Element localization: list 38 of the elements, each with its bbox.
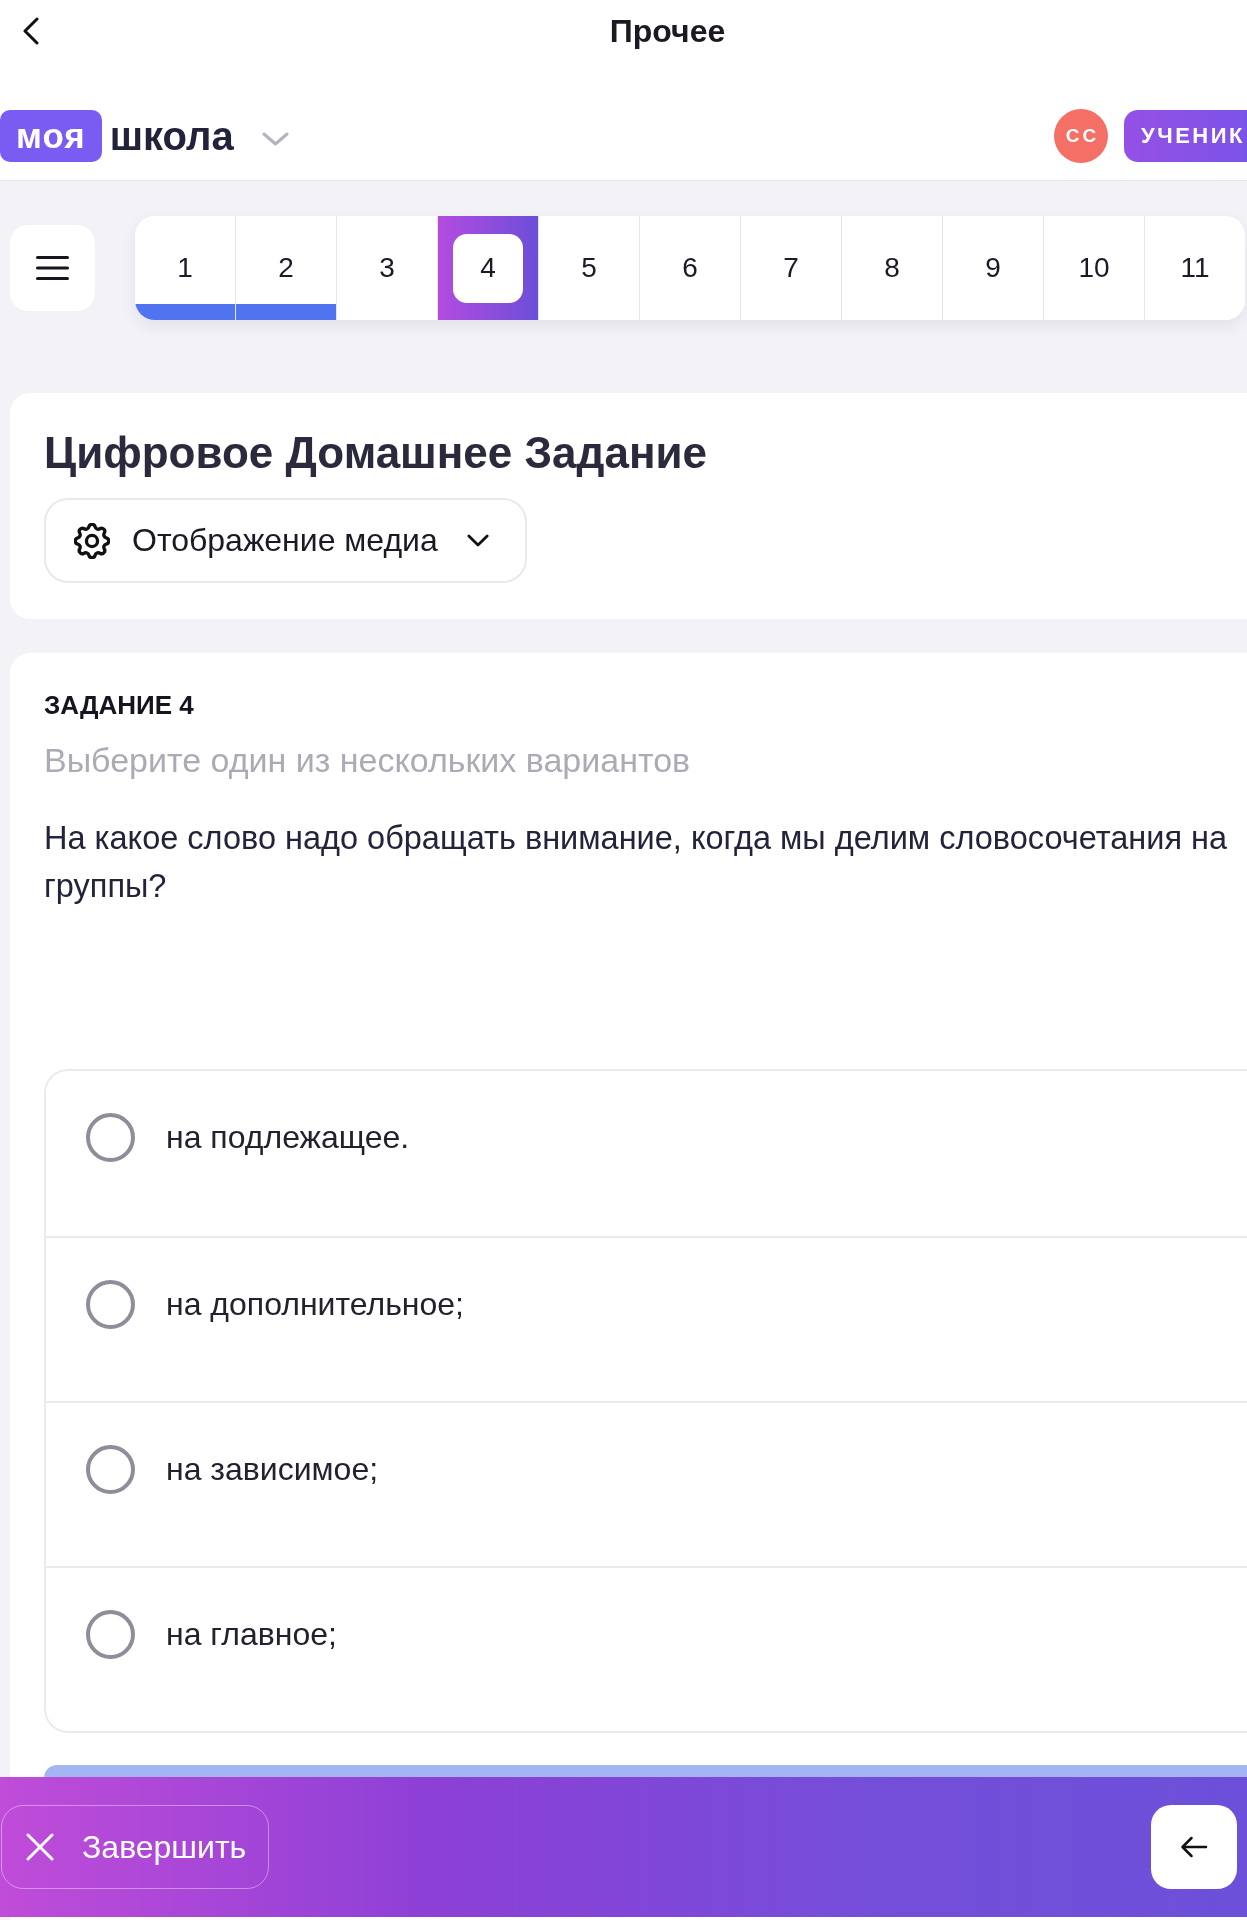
question-tab[interactable]: 5 (539, 216, 640, 320)
logo-badge: моя (0, 110, 102, 162)
logo-text: школа (109, 113, 234, 159)
finish-button[interactable]: Завершить (1, 1805, 269, 1889)
option-label[interactable]: на дополнительное; (166, 1280, 464, 1329)
role-badge: УЧЕНИК (1124, 110, 1247, 162)
task-instruction: Выберите один из нескольких вариантов (44, 740, 692, 780)
chevron-down-icon[interactable] (261, 132, 289, 146)
question-tab[interactable]: 8 (842, 216, 943, 320)
menu-button[interactable] (10, 225, 95, 311)
page-title: Прочее (609, 12, 726, 50)
question-text: На какое слово надо обращать внимание, когда мы делим словосочетания на группы? (44, 819, 1229, 906)
media-dropdown[interactable]: Отображение медиа (44, 498, 527, 583)
radio-button[interactable] (86, 1113, 135, 1162)
option-label[interactable]: на подлежащее. (166, 1113, 410, 1162)
task-heading: ЗАДАНИЕ 4 (44, 690, 195, 720)
question-tab[interactable]: 2 (236, 216, 337, 320)
chevron-down-icon (466, 534, 489, 547)
option-label[interactable]: на главное; (166, 1610, 337, 1659)
question-tab[interactable]: 7 (741, 216, 842, 320)
radio-button[interactable] (86, 1280, 135, 1329)
question-tab[interactable]: 4 (438, 216, 539, 320)
question-tab[interactable]: 11 (1145, 216, 1245, 320)
question-tab[interactable]: 10 (1044, 216, 1145, 320)
back-icon[interactable] (22, 17, 40, 45)
radio-button[interactable] (86, 1610, 135, 1659)
question-tab[interactable]: 3 (337, 216, 438, 320)
question-tab[interactable]: 6 (640, 216, 741, 320)
question-tab[interactable]: 1 (135, 216, 236, 320)
settings-icon (74, 522, 110, 559)
back-button[interactable] (1151, 1805, 1237, 1889)
option-label[interactable]: на зависимое; (166, 1445, 379, 1494)
question-tab[interactable]: 9 (943, 216, 1044, 320)
arrow-left-icon (1180, 1836, 1208, 1858)
radio-button[interactable] (86, 1445, 135, 1494)
menu-icon (36, 256, 69, 280)
close-icon (26, 1833, 54, 1861)
homework-title: Цифровое Домашнее Задание (44, 428, 709, 478)
